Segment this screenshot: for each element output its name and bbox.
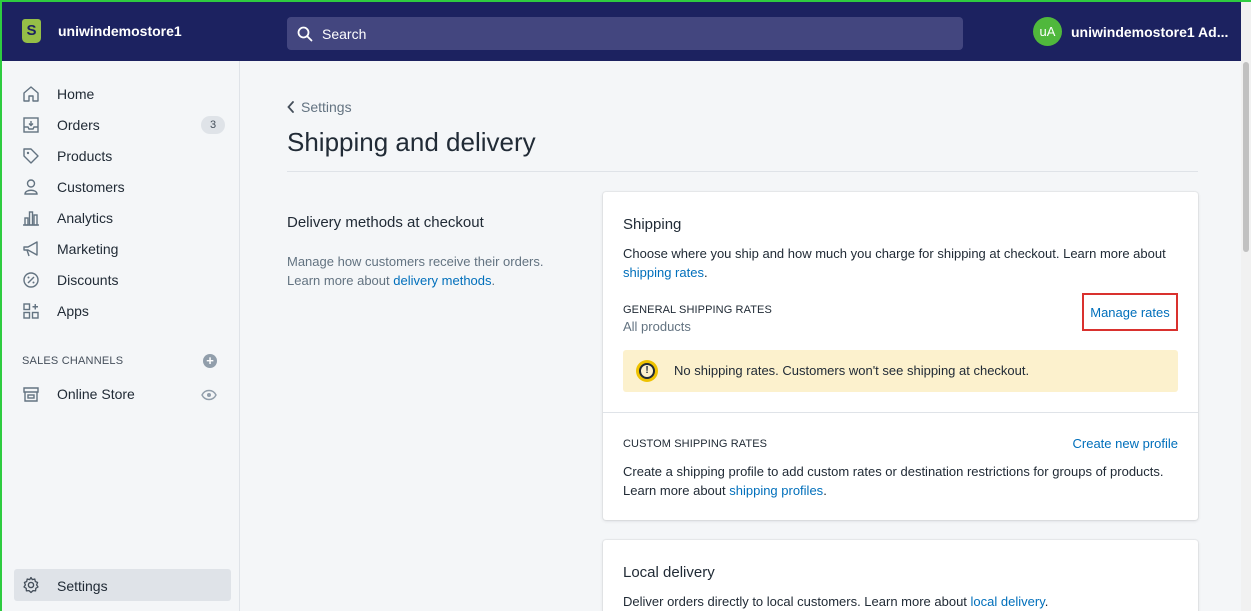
local-delivery-link[interactable]: local delivery — [971, 594, 1045, 609]
scrollbar-thumb[interactable] — [1243, 62, 1249, 252]
sidebar-item-products[interactable]: Products — [0, 141, 240, 171]
search-input[interactable]: Search — [287, 17, 963, 50]
sidebar: Home Orders 3 Products Customers Analyti… — [0, 61, 240, 611]
sidebar-item-home[interactable]: Home — [0, 79, 240, 109]
local-delivery-card: Local delivery Deliver orders directly t… — [603, 540, 1198, 611]
megaphone-icon — [23, 241, 38, 257]
discount-icon — [23, 272, 39, 288]
sidebar-item-apps[interactable]: Apps — [0, 296, 240, 326]
shipping-card: Shipping Choose where you ship and how m… — [603, 192, 1198, 520]
shipping-description: Choose where you ship and how much you c… — [623, 246, 1166, 280]
store-name: uniwindemostore1 — [58, 22, 182, 39]
local-delivery-description: Deliver orders directly to local custome… — [623, 594, 1049, 609]
gear-icon — [23, 576, 39, 594]
shopify-logo-icon: S — [22, 18, 41, 43]
sidebar-item-label: Customers — [57, 179, 125, 195]
general-shipping-rates-heading: GENERAL SHIPPING RATES — [623, 304, 772, 316]
view-store-eye-icon[interactable] — [201, 389, 217, 401]
breadcrumb-label: Settings — [301, 99, 352, 115]
account-name: uniwindemostore1 Ad... — [1071, 23, 1229, 40]
tag-icon — [23, 148, 39, 164]
local-delivery-title: Local delivery — [623, 564, 715, 581]
section-description: Manage how customers receive their order… — [287, 254, 544, 288]
sidebar-item-label: Online Store — [57, 386, 135, 402]
sidebar-item-label: Discounts — [57, 272, 119, 288]
custom-rates-description: Create a shipping profile to add custom … — [623, 464, 1164, 498]
sidebar-item-label: Apps — [57, 303, 89, 319]
page-title: Shipping and delivery — [287, 127, 536, 157]
sidebar-item-label: Orders — [57, 117, 100, 133]
section-title: Delivery methods at checkout — [287, 214, 484, 231]
shipping-rates-link[interactable]: shipping rates — [623, 265, 704, 280]
orders-count-badge: 3 — [201, 116, 225, 134]
sidebar-item-label: Settings — [57, 578, 108, 594]
person-icon — [24, 179, 38, 195]
search-placeholder: Search — [322, 25, 367, 42]
sidebar-item-label: Analytics — [57, 210, 114, 226]
create-new-profile-link[interactable]: Create new profile — [1073, 436, 1179, 451]
apps-icon — [23, 303, 39, 319]
store-icon — [23, 387, 39, 402]
sidebar-item-marketing[interactable]: Marketing — [0, 234, 240, 264]
sidebar-item-analytics[interactable]: Analytics — [0, 203, 240, 233]
sidebar-item-label: Marketing — [57, 241, 119, 257]
breadcrumb-back-settings[interactable]: Settings — [287, 99, 352, 115]
delivery-methods-link[interactable]: delivery methods — [393, 273, 491, 288]
warning-text: No shipping rates. Customers won't see s… — [674, 363, 1030, 378]
sidebar-item-discounts[interactable]: Discounts — [0, 265, 240, 295]
sidebar-item-customers[interactable]: Customers — [0, 172, 240, 202]
avatar: uA — [1033, 17, 1062, 46]
custom-shipping-rates-heading: CUSTOM SHIPPING RATES — [623, 438, 768, 450]
top-bar: S uniwindemostore1 Search uA uniwindemos… — [0, 0, 1251, 61]
no-rates-warning-banner: ! No shipping rates. Customers won't see… — [623, 350, 1178, 392]
manage-rates-button[interactable]: Manage rates — [1082, 293, 1178, 331]
card-divider — [603, 412, 1198, 413]
sidebar-item-label: Products — [57, 148, 113, 164]
sales-channels-heading: SALES CHANNELS — [22, 355, 124, 367]
sidebar-item-label: Home — [57, 86, 95, 102]
shipping-card-title: Shipping — [623, 216, 682, 233]
general-rates-scope: All products — [623, 319, 691, 334]
header-divider — [287, 171, 1198, 172]
orders-icon — [23, 117, 39, 133]
sidebar-item-settings[interactable]: Settings — [14, 569, 231, 601]
add-sales-channel-icon[interactable]: + — [203, 354, 217, 368]
chevron-left-icon — [287, 101, 294, 113]
account-menu[interactable]: uA uniwindemostore1 Ad... — [1033, 17, 1228, 46]
bar-chart-icon — [23, 211, 39, 226]
warning-icon: ! — [636, 360, 658, 382]
home-icon — [23, 86, 39, 102]
shipping-profiles-link[interactable]: shipping profiles — [729, 483, 823, 498]
store-brand[interactable]: S uniwindemostore1 — [0, 18, 240, 43]
sidebar-item-orders[interactable]: Orders 3 — [0, 110, 240, 140]
search-icon — [297, 26, 313, 41]
